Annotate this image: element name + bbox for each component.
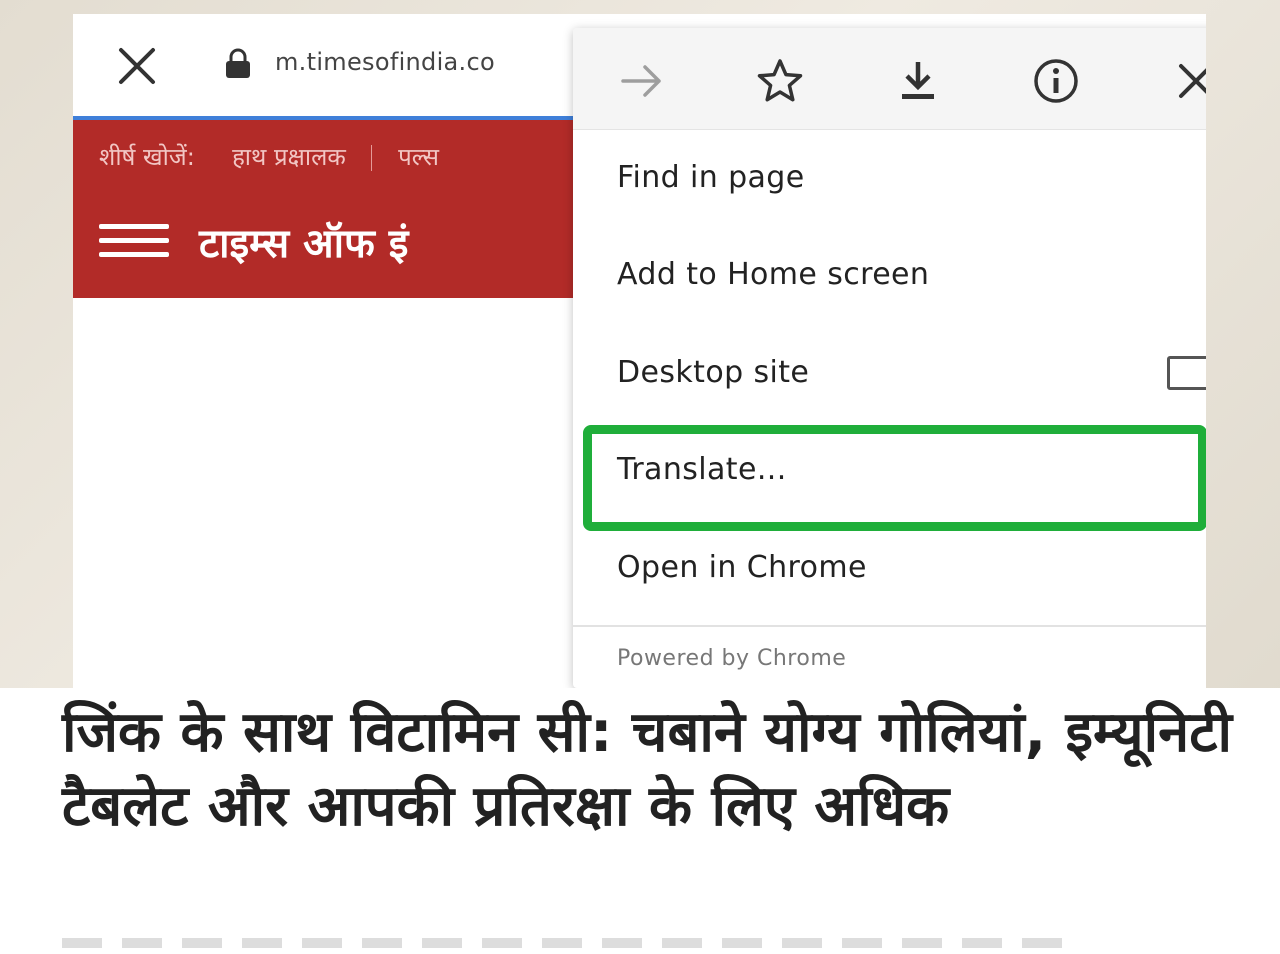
star-icon[interactable] <box>755 56 805 106</box>
info-icon[interactable] <box>1031 56 1081 106</box>
url-text[interactable]: m.timesofindia.co <box>275 48 495 76</box>
close-icon[interactable] <box>1171 56 1206 106</box>
forward-arrow-icon[interactable] <box>617 56 667 106</box>
menu-item-desktop-site[interactable]: Desktop site <box>617 355 809 390</box>
hamburger-menu-icon[interactable] <box>99 224 169 264</box>
search-term-link[interactable]: हाथ प्रक्षालक <box>232 143 346 171</box>
menu-item-add-to-home-screen[interactable]: Add to Home screen <box>617 257 929 292</box>
site-logo-title[interactable]: टाइम्स ऑफ इं <box>199 214 408 269</box>
lock-icon <box>226 48 250 78</box>
screenshot-stage: m.timesofindia.co शीर्ष खोजें: हाथ प्रक्… <box>0 0 1280 954</box>
translate-highlight-box <box>583 425 1206 531</box>
download-icon[interactable] <box>893 56 943 106</box>
search-term-link[interactable]: पल्स <box>398 143 439 171</box>
divider <box>573 625 1206 627</box>
menu-icon-row <box>573 28 1206 130</box>
faded-subtext <box>62 938 1062 948</box>
close-icon[interactable] <box>115 44 159 88</box>
menu-item-find-in-page[interactable]: Find in page <box>617 160 805 195</box>
article-headline: जिंक के साथ विटामिन सी: चबाने योग्य गोलि… <box>62 700 1232 839</box>
chrome-overflow-menu: Find in page Add to Home screen Desktop … <box>573 28 1206 688</box>
menu-item-open-in-chrome[interactable]: Open in Chrome <box>617 550 867 585</box>
divider <box>371 145 373 171</box>
headline-area: जिंक के साथ विटामिन सी: चबाने योग्य गोलि… <box>0 688 1280 954</box>
powered-by-chrome: Powered by Chrome <box>617 646 847 671</box>
desktop-site-checkbox[interactable] <box>1167 356 1206 390</box>
top-searches-row: शीर्ष खोजें: हाथ प्रक्षालक पल्स <box>99 140 439 173</box>
phone-screen: m.timesofindia.co शीर्ष खोजें: हाथ प्रक्… <box>73 14 1206 688</box>
top-searches-label: शीर्ष खोजें: <box>99 143 195 171</box>
